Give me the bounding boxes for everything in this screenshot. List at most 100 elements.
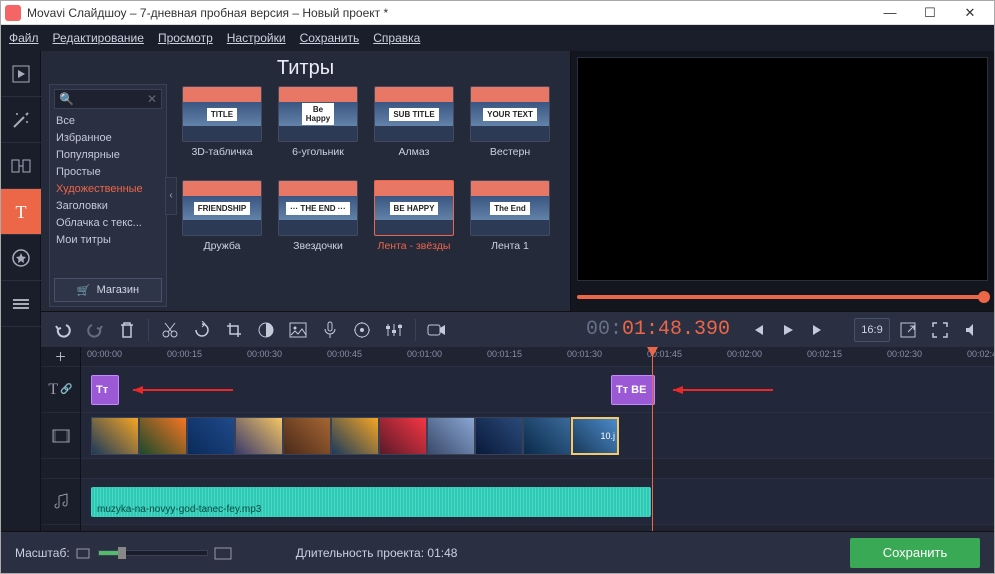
timeline-ruler[interactable]: 00:00:0000:00:1500:00:3000:00:4500:01:00… — [81, 347, 994, 367]
mic-button[interactable] — [316, 316, 344, 344]
track-video[interactable] — [41, 413, 80, 459]
audio-track[interactable]: muzyka-na-novyy-god-tanec-fey.mp3 — [81, 479, 994, 525]
color-button[interactable] — [252, 316, 280, 344]
zoom-label: Масштаб: — [15, 546, 70, 560]
preset-label: Звездочки — [293, 240, 343, 264]
timeline-body[interactable]: 00:00:0000:00:1500:00:3000:00:4500:01:00… — [81, 347, 994, 531]
search-icon: 🔍 — [59, 92, 74, 106]
title-preset[interactable]: The End — [470, 180, 550, 236]
video-frame[interactable] — [283, 417, 331, 455]
video-clips[interactable]: 10.j — [91, 417, 619, 455]
title-preset[interactable]: SUB TITLE — [374, 86, 454, 142]
category-item[interactable]: Заголовки — [54, 198, 162, 215]
category-item[interactable]: Популярные — [54, 147, 162, 164]
menu-help[interactable]: Справка — [373, 31, 420, 45]
preset-label: Лента 1 — [491, 240, 529, 264]
crop-button[interactable] — [220, 316, 248, 344]
volume-button[interactable] — [958, 316, 986, 344]
tab-more[interactable] — [1, 281, 41, 327]
equalizer-button[interactable] — [380, 316, 408, 344]
titles-grid: ‹ TITLE3D-табличкаBe Happy6-угольникSUB … — [175, 84, 562, 307]
video-frame[interactable]: 10.j — [571, 417, 619, 455]
menu-edit[interactable]: Редактирование — [53, 31, 144, 45]
video-frame[interactable] — [331, 417, 379, 455]
record-button[interactable] — [423, 316, 451, 344]
prev-button[interactable] — [744, 316, 772, 344]
link-icon: 🔗 — [60, 384, 72, 395]
category-panel: 🔍 ✕ ВсеИзбранноеПопулярныеПростыеХудожес… — [49, 84, 167, 307]
video-track[interactable]: 10.j — [81, 413, 994, 459]
category-item[interactable]: Облачка с текс... — [54, 215, 162, 232]
title-clip-1[interactable]: Tᴛ — [91, 375, 119, 405]
fullscreen-button[interactable] — [926, 316, 954, 344]
title-clip-2[interactable]: Tᴛ BE — [611, 375, 655, 405]
category-item[interactable]: Избранное — [54, 130, 162, 147]
close-button[interactable]: ✕ — [950, 2, 990, 24]
zoom-out-icon[interactable] — [76, 546, 92, 560]
video-frame[interactable] — [427, 417, 475, 455]
image-button[interactable] — [284, 316, 312, 344]
properties-button[interactable] — [348, 316, 376, 344]
titlebar: Movavi Слайдшоу – 7-дневная пробная верс… — [1, 1, 994, 25]
track-audio[interactable] — [41, 479, 80, 525]
title-preset[interactable]: FRIENDSHIP — [182, 180, 262, 236]
export-button[interactable] — [894, 316, 922, 344]
next-button[interactable] — [804, 316, 832, 344]
delete-button[interactable] — [113, 316, 141, 344]
title-preset[interactable]: BE HAPPY — [374, 180, 454, 236]
menu-save[interactable]: Сохранить — [300, 31, 360, 45]
title-preset[interactable]: TITLE — [182, 86, 262, 142]
preview-scrubber[interactable] — [577, 287, 988, 307]
add-track-button[interactable]: ＋ — [41, 347, 80, 367]
app-icon — [5, 5, 21, 21]
track-titles[interactable]: T🔗 — [41, 367, 80, 413]
playhead[interactable] — [652, 347, 653, 531]
collapse-categories[interactable]: ‹ — [165, 177, 177, 215]
maximize-button[interactable]: ☐ — [910, 2, 950, 24]
zoom-slider[interactable] — [98, 550, 208, 556]
browser-heading: Титры — [41, 51, 570, 84]
minimize-button[interactable]: — — [870, 2, 910, 24]
category-item[interactable]: Все — [54, 113, 162, 130]
title-track[interactable]: Tᴛ Tᴛ BE — [81, 367, 994, 413]
tab-titles[interactable]: T — [1, 189, 41, 235]
video-frame[interactable] — [475, 417, 523, 455]
store-button[interactable]: 🛒 Магазин — [54, 278, 162, 302]
video-frame[interactable] — [523, 417, 571, 455]
tab-transitions[interactable] — [1, 143, 41, 189]
play-button[interactable] — [774, 316, 802, 344]
undo-button[interactable] — [49, 316, 77, 344]
video-frame[interactable] — [187, 417, 235, 455]
category-item[interactable]: Художественные — [54, 181, 162, 198]
preset-label: Дружба — [204, 240, 241, 264]
video-frame[interactable] — [91, 417, 139, 455]
cut-button[interactable] — [156, 316, 184, 344]
tab-stickers[interactable] — [1, 235, 41, 281]
timecode: 00:01:48.390 — [586, 318, 730, 341]
menu-view[interactable]: Просмотр — [158, 31, 213, 45]
clear-icon[interactable]: ✕ — [147, 92, 157, 106]
category-item[interactable]: Простые — [54, 164, 162, 181]
video-frame[interactable] — [379, 417, 427, 455]
category-item[interactable]: Мои титры — [54, 232, 162, 249]
window-title: Movavi Слайдшоу – 7-дневная пробная верс… — [27, 6, 870, 20]
titles-browser: Титры 🔍 ✕ ВсеИзбранноеПопулярныеПростыеХ… — [41, 51, 571, 311]
save-button[interactable]: Сохранить — [850, 538, 980, 568]
menu-settings[interactable]: Настройки — [227, 31, 286, 45]
title-preset[interactable]: ··· THE END ··· — [278, 180, 358, 236]
zoom-in-icon[interactable] — [214, 546, 232, 560]
video-frame[interactable] — [235, 417, 283, 455]
redo-button[interactable] — [81, 316, 109, 344]
tab-wizard[interactable] — [1, 97, 41, 143]
preview-viewport[interactable] — [577, 57, 988, 281]
tab-media[interactable] — [1, 51, 41, 97]
category-search[interactable]: 🔍 ✕ — [54, 89, 162, 109]
rotate-button[interactable] — [188, 316, 216, 344]
project-duration: Длительность проекта: 01:48 — [296, 546, 458, 560]
title-preset[interactable]: YOUR TEXT — [470, 86, 550, 142]
menu-file[interactable]: Файл — [9, 31, 39, 45]
audio-clip[interactable]: muzyka-na-novyy-god-tanec-fey.mp3 — [91, 487, 651, 517]
aspect-button[interactable]: 16:9 — [854, 318, 890, 342]
title-preset[interactable]: Be Happy — [278, 86, 358, 142]
video-frame[interactable] — [139, 417, 187, 455]
